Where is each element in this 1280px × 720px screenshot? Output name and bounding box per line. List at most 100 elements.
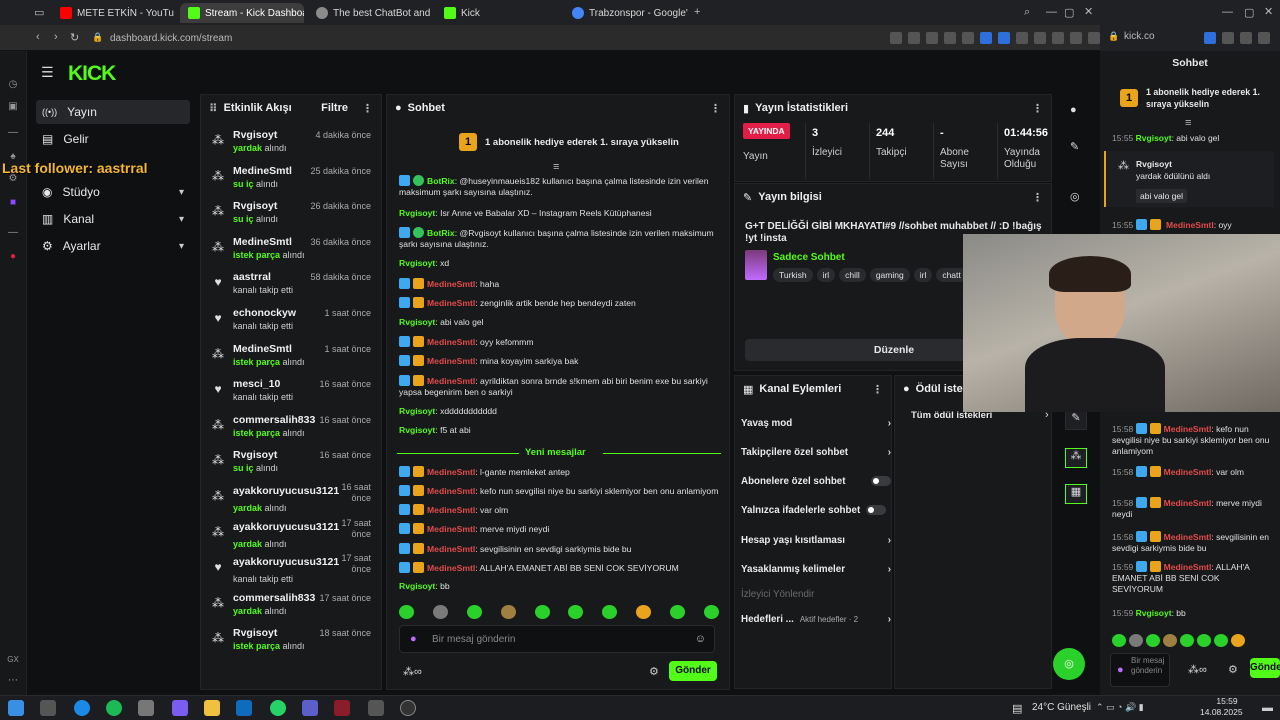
chat-username[interactable]: MedineSmtl: [427, 376, 475, 386]
history-icon[interactable]: ◷: [6, 79, 20, 93]
tray-icons[interactable]: ⌃ ▭ ◔ 🔊 ▮: [1096, 702, 1144, 713]
feed-username[interactable]: mesci_10: [233, 378, 280, 390]
chat-username[interactable]: Rvgisoyt: [1136, 608, 1172, 618]
chat-input[interactable]: ● Bir mesaj gönderin ☺: [399, 625, 715, 653]
feed-row[interactable]: ⁂ ayakkoruyucusu3121 yardak alındı 17 saat …: [201, 518, 377, 555]
feed-username[interactable]: MedineSmtl: [233, 236, 292, 248]
emote-icon[interactable]: [500, 605, 516, 619]
chat-username[interactable]: Rvgisoyt: [399, 425, 435, 435]
task-view-icon[interactable]: [40, 700, 56, 716]
outlook-icon[interactable]: [236, 700, 252, 716]
app-icon[interactable]: [172, 700, 188, 716]
emote-icon[interactable]: [1112, 634, 1126, 647]
wrench-icon[interactable]: ✎: [1065, 410, 1087, 430]
chat-username[interactable]: MedineSmtl: [427, 356, 475, 366]
file-explorer-icon[interactable]: [204, 700, 220, 716]
back-icon[interactable]: ‹: [36, 31, 40, 43]
extension-icon[interactable]: [1258, 32, 1270, 44]
extension-icon[interactable]: [1070, 32, 1082, 44]
chat-username[interactable]: BotRix: [427, 176, 455, 186]
tab-chatbot[interactable]: The best ChatBot and W: [308, 3, 432, 23]
chat-username[interactable]: MedineSmtl: [427, 563, 475, 573]
emote-icon[interactable]: [432, 605, 448, 619]
emote-icon[interactable]: [703, 605, 719, 619]
feed-row[interactable]: ⁂ MedineSmtl su iç alındı 25 dakika önce: [201, 163, 377, 199]
feed-row[interactable]: ⁂ Rvgisoyt yardak alındı 4 dakika önce: [201, 127, 377, 163]
emote-icon[interactable]: [399, 605, 414, 619]
feed-username[interactable]: echonockyw: [233, 307, 296, 319]
feed-row[interactable]: ⁂ Rvgisoyt su iç alındı 26 dakika önce: [201, 198, 377, 234]
chat-username[interactable]: Rvgisoyt: [399, 208, 435, 218]
minimize-icon[interactable]: —: [1222, 6, 1233, 18]
new-tab-icon[interactable]: +: [694, 6, 700, 18]
extension-icon[interactable]: [1222, 32, 1234, 44]
send-button[interactable]: Gönder: [669, 661, 717, 681]
nav-studio[interactable]: ◉ Stüdyo ▾: [36, 180, 190, 204]
followers-only-row[interactable]: Takipçilere özel sohbet ›: [741, 444, 891, 460]
clock-date[interactable]: 14.08.2025: [1200, 707, 1243, 717]
more-options-icon[interactable]: ⋮: [362, 102, 373, 115]
emote-icon[interactable]: [1163, 634, 1177, 647]
banned-words-row[interactable]: Yasaklanmış kelimeler ›: [741, 561, 891, 577]
dash-icon[interactable]: —: [6, 127, 20, 141]
obs-icon[interactable]: [400, 700, 416, 716]
floating-assistant-icon[interactable]: ◎: [1053, 648, 1085, 680]
feed-username[interactable]: ayakkoruyucusu3121: [233, 521, 339, 533]
emoji-icon[interactable]: ☺: [695, 633, 706, 645]
feed-username[interactable]: commersalih833: [233, 414, 315, 426]
chat-username[interactable]: MedineSmtl: [1164, 467, 1212, 477]
emote-icon[interactable]: [1214, 634, 1228, 647]
account-age-row[interactable]: Hesap yaşı kısıtlaması ›: [741, 532, 891, 548]
search-tabs-icon[interactable]: ⌕: [1024, 6, 1030, 19]
dash-icon[interactable]: —: [6, 227, 20, 241]
feed-username[interactable]: Rvgisoyt: [233, 129, 277, 141]
extension-icon[interactable]: [962, 32, 974, 44]
feed-username[interactable]: aastrral: [233, 271, 271, 283]
extension-icon[interactable]: [1240, 32, 1252, 44]
emote-icon[interactable]: [568, 605, 584, 619]
emote-icon[interactable]: [1197, 634, 1211, 647]
subscribers-only-toggle[interactable]: [871, 476, 891, 486]
feed-row[interactable]: ⁂ commersalih833 yardak alındı 17 saat önce: [201, 590, 377, 626]
tab-menu-icon[interactable]: ▭: [34, 6, 44, 19]
emote-icon[interactable]: [1146, 634, 1160, 647]
chat-username[interactable]: BotRix: [427, 228, 455, 238]
extension-icon[interactable]: [1016, 32, 1028, 44]
emote-icon[interactable]: [670, 605, 685, 619]
feed-username[interactable]: ayakkoruyucusu3121: [233, 485, 339, 497]
goals-row[interactable]: Hedefleri ... Aktif hedefler · 2 ›: [741, 611, 891, 627]
extension-icon[interactable]: [1052, 32, 1064, 44]
weather-text[interactable]: 24°C Güneşli: [1032, 702, 1091, 713]
nav-stream[interactable]: ((•)) Yayın: [36, 100, 190, 124]
info-icon[interactable]: ●: [1070, 104, 1077, 116]
chat-username[interactable]: MedineSmtl: [1164, 424, 1212, 434]
url-field[interactable]: dashboard.kick.com/stream: [110, 30, 900, 47]
tab-kick[interactable]: Kick: [436, 3, 560, 23]
record-icon[interactable]: ●: [6, 251, 20, 265]
extension-icon[interactable]: [980, 32, 992, 44]
twitch-icon[interactable]: ■: [6, 197, 20, 211]
feed-row[interactable]: ⁂ ayakkoruyucusu3121 yardak alındı 16 saat …: [201, 482, 377, 519]
kick-logo[interactable]: KICK: [68, 62, 116, 86]
feed-username[interactable]: MedineSmtl: [233, 165, 292, 177]
category-name[interactable]: Sadece Sohbet: [773, 252, 845, 263]
extension-icon[interactable]: [1088, 32, 1100, 44]
close-window-icon[interactable]: ✕: [1264, 5, 1273, 18]
nav-settings[interactable]: ⚙ Ayarlar ▾: [36, 234, 190, 258]
spotify-icon[interactable]: [106, 700, 122, 716]
chat-username[interactable]: MedineSmtl: [1164, 532, 1212, 542]
feed-username[interactable]: Rvgisoyt: [233, 627, 277, 639]
gift-tool-icon[interactable]: ⁂: [1065, 448, 1087, 468]
emote-icon[interactable]: [602, 605, 618, 619]
feed-username[interactable]: Rvgisoyt: [233, 449, 277, 461]
chat-username[interactable]: MedineSmtl: [1164, 562, 1212, 572]
emote-icon[interactable]: [534, 605, 550, 619]
maximize-icon[interactable]: ▢: [1064, 6, 1074, 19]
feed-row[interactable]: ⁂ Rvgisoyt su iç alındı 16 saat önce: [201, 447, 377, 483]
popup-url[interactable]: kick.co: [1124, 31, 1155, 42]
extension-icon[interactable]: [998, 32, 1010, 44]
chat-username[interactable]: MedineSmtl: [427, 505, 475, 515]
settings-app-icon[interactable]: [368, 700, 384, 716]
chat-username[interactable]: Rvgisoyt: [399, 317, 435, 327]
reload-icon[interactable]: ↻: [70, 31, 79, 44]
